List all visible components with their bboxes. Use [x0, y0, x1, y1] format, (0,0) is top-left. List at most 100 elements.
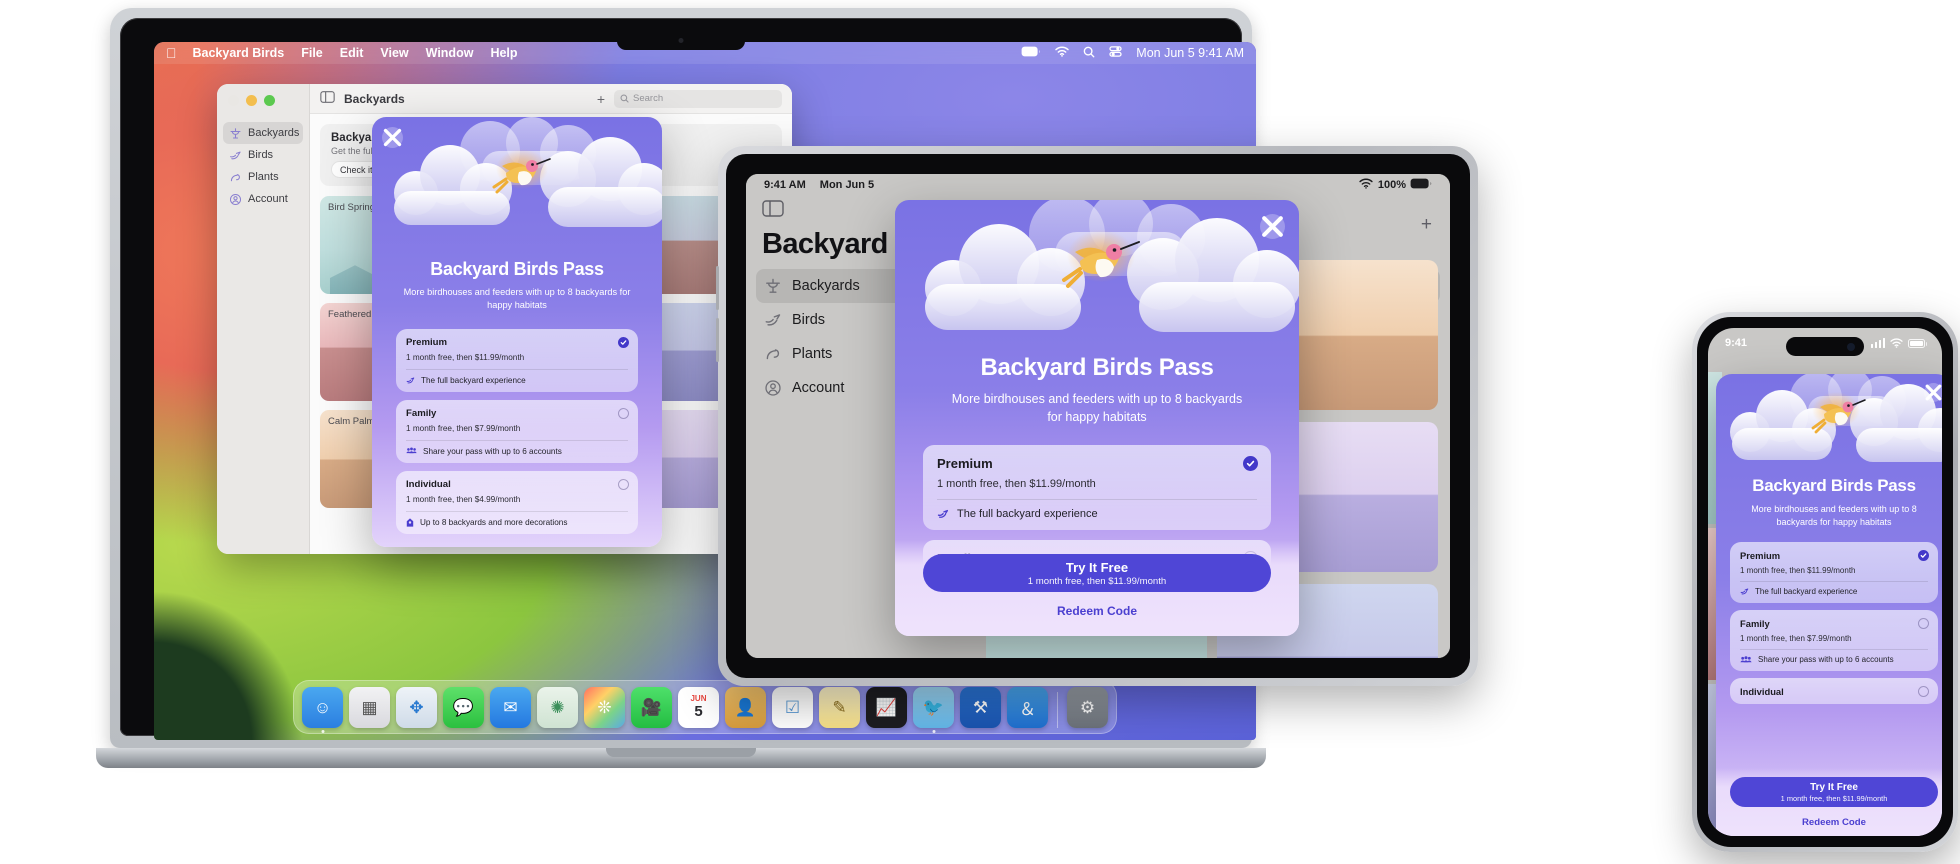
close-icon[interactable] — [382, 127, 403, 148]
plan-feature-label: The full backyard experience — [1755, 587, 1858, 597]
sidebar-item-account[interactable]: Account — [223, 188, 303, 210]
mail-icon[interactable]: ✉ — [490, 687, 531, 728]
plan-card-individual[interactable]: Individual — [1730, 678, 1938, 705]
modal-title: Backyard Birds Pass — [430, 259, 604, 279]
plan-feature: Share your pass with up to 6 accounts — [406, 447, 628, 456]
plant-icon — [229, 171, 242, 184]
sidebar-toggle-icon[interactable] — [320, 90, 335, 108]
cellular-bars-icon — [1870, 338, 1885, 348]
notes-icon[interactable]: ✎ — [819, 687, 860, 728]
ipad-screen: 9:41 AM Mon Jun 5 100% Backyard Birds Ba… — [746, 174, 1450, 658]
people-group-icon — [406, 447, 417, 455]
plan-feature: The full backyard experience — [1740, 587, 1928, 596]
sidebar-label: Account — [792, 380, 845, 396]
sidebar-label: Backyards — [248, 127, 300, 139]
maps-icon[interactable]: ✺ — [537, 687, 578, 728]
sidebar-label: Birds — [248, 149, 274, 161]
appstore-icon[interactable]: ＆ — [1007, 687, 1048, 728]
zoom-window-button[interactable] — [264, 95, 275, 106]
ipad-volume-down-button[interactable] — [716, 318, 719, 362]
wallpaper-green-accent — [154, 590, 304, 740]
ipad-clock: 9:41 AM — [764, 179, 806, 191]
ipad-volume-up-button[interactable] — [716, 266, 719, 310]
plan-name: Family — [1740, 618, 1770, 630]
battery-icon[interactable] — [1021, 46, 1041, 60]
redeem-code-link[interactable]: Redeem Code — [923, 604, 1271, 618]
plus-icon[interactable]: + — [1421, 214, 1432, 236]
plan-list: Premium 1 month free, then $11.99/month … — [1730, 542, 1938, 705]
modal-subtitle: More birdhouses and feeders with up to 8… — [951, 392, 1243, 424]
menu-file[interactable]: File — [301, 46, 323, 60]
plan-feature: Up to 8 backyards and more decorations — [406, 518, 628, 527]
cta-subtitle: 1 month free, then $11.99/month — [1027, 575, 1167, 587]
photos-icon[interactable]: ❊ — [584, 687, 625, 728]
plan-name: Individual — [1740, 686, 1784, 698]
sidebar-item-plants[interactable]: Plants — [223, 166, 303, 188]
plan-card-premium[interactable]: Premium 1 month free, then $11.99/month … — [923, 444, 1271, 530]
mac-dock[interactable]: ☺ ▦ ✥ 💬 ✉ ✺ ❊ 🎥 JUN 5 👤 ☑ ✎ 📈 🐦 ⚒ ＆ ⚙ — [293, 680, 1117, 734]
sidebar-label: Backyards — [792, 278, 860, 294]
control-center-icon[interactable] — [1109, 46, 1122, 60]
stocks-icon[interactable]: 📈 — [866, 687, 907, 728]
plan-feature-label: Share your pass with up to 6 accounts — [423, 446, 562, 456]
bird-icon — [937, 508, 949, 520]
plan-card-premium[interactable]: Premium 1 month free, then $11.99/month … — [1730, 542, 1938, 604]
macbook-base — [96, 748, 1266, 768]
close-icon[interactable] — [1924, 383, 1942, 402]
reminders-icon[interactable]: ☑ — [772, 687, 813, 728]
plan-radio-selected[interactable] — [618, 336, 629, 348]
menu-edit[interactable]: Edit — [340, 46, 364, 60]
modal-footer: Try It Free 1 month free, then $11.99/mo… — [895, 540, 1299, 636]
iphone-clock: 9:41 — [1725, 337, 1748, 349]
launchpad-icon[interactable]: ▦ — [349, 687, 390, 728]
plan-name: Premium — [406, 336, 448, 348]
plan-card-family[interactable]: Family 1 month free, then $7.99/month Sh… — [1730, 610, 1938, 672]
minimize-window-button[interactable] — [246, 95, 257, 106]
plan-card-family[interactable]: Family 1 month free, then $7.99/month Sh… — [396, 399, 638, 463]
window-controls[interactable] — [217, 84, 309, 106]
plan-price: 1 month free, then $4.99/month — [406, 494, 521, 504]
sidebar-item-backyards[interactable]: Backyards — [223, 122, 303, 144]
plan-list: Premium 1 month free, then $11.99/month … — [396, 328, 638, 534]
try-it-free-button[interactable]: Try It Free 1 month free, then $11.99/mo… — [1730, 777, 1938, 807]
divider — [937, 498, 1257, 500]
close-icon[interactable] — [1260, 214, 1285, 239]
ipad-device: 9:41 AM Mon Jun 5 100% Backyard Birds Ba… — [716, 146, 1478, 686]
plan-feature: The full backyard experience — [406, 376, 628, 385]
contacts-icon[interactable]: 👤 — [725, 687, 766, 728]
calendar-icon[interactable]: JUN 5 — [678, 687, 719, 728]
plan-card-premium[interactable]: Premium 1 month free, then $11.99/month … — [396, 328, 638, 392]
close-window-button[interactable] — [228, 95, 239, 106]
plan-card-individual[interactable]: Individual 1 month free, then $4.99/mont… — [396, 470, 638, 534]
iphone-bezel: 9:41 Backyard Birds Pass More birdhouses… — [1697, 317, 1953, 847]
plan-radio-selected[interactable] — [1243, 455, 1258, 471]
sidebar-toggle-icon[interactable] — [762, 200, 784, 222]
menu-window[interactable]: Window — [426, 46, 474, 60]
wifi-icon[interactable] — [1055, 46, 1069, 60]
modal-hero — [372, 117, 662, 265]
messages-icon[interactable]: 💬 — [443, 687, 484, 728]
backyard-birds-icon[interactable]: 🐦 — [913, 687, 954, 733]
search-input[interactable]: Search — [614, 89, 782, 108]
facetime-icon[interactable]: 🎥 — [631, 687, 672, 728]
plan-radio[interactable] — [618, 478, 629, 490]
safari-icon[interactable]: ✥ — [396, 687, 437, 728]
people-group-icon — [1740, 655, 1752, 664]
plan-radio[interactable] — [618, 407, 629, 419]
apple-logo-icon[interactable]:  — [166, 45, 177, 61]
settings-icon[interactable]: ⚙ — [1067, 687, 1108, 728]
xcode-icon[interactable]: ⚒ — [960, 687, 1001, 728]
try-it-free-button[interactable]: Try It Free 1 month free, then $11.99/mo… — [923, 554, 1271, 592]
plus-icon[interactable]: + — [597, 92, 605, 106]
divider — [406, 439, 628, 441]
redeem-code-link[interactable]: Redeem Code — [1730, 817, 1938, 828]
sidebar-item-birds[interactable]: Birds — [223, 144, 303, 166]
ipad-app: 9:41 AM Mon Jun 5 100% Backyard Birds Ba… — [746, 174, 1450, 658]
menu-help[interactable]: Help — [490, 46, 517, 60]
menu-app-name[interactable]: Backyard Birds — [193, 46, 285, 60]
menubar-clock[interactable]: Mon Jun 5 9:41 AM — [1136, 46, 1244, 60]
menu-view[interactable]: View — [380, 46, 408, 60]
finder-icon[interactable]: ☺ — [302, 687, 343, 733]
bird-icon — [764, 311, 782, 329]
search-icon[interactable] — [1083, 46, 1095, 61]
